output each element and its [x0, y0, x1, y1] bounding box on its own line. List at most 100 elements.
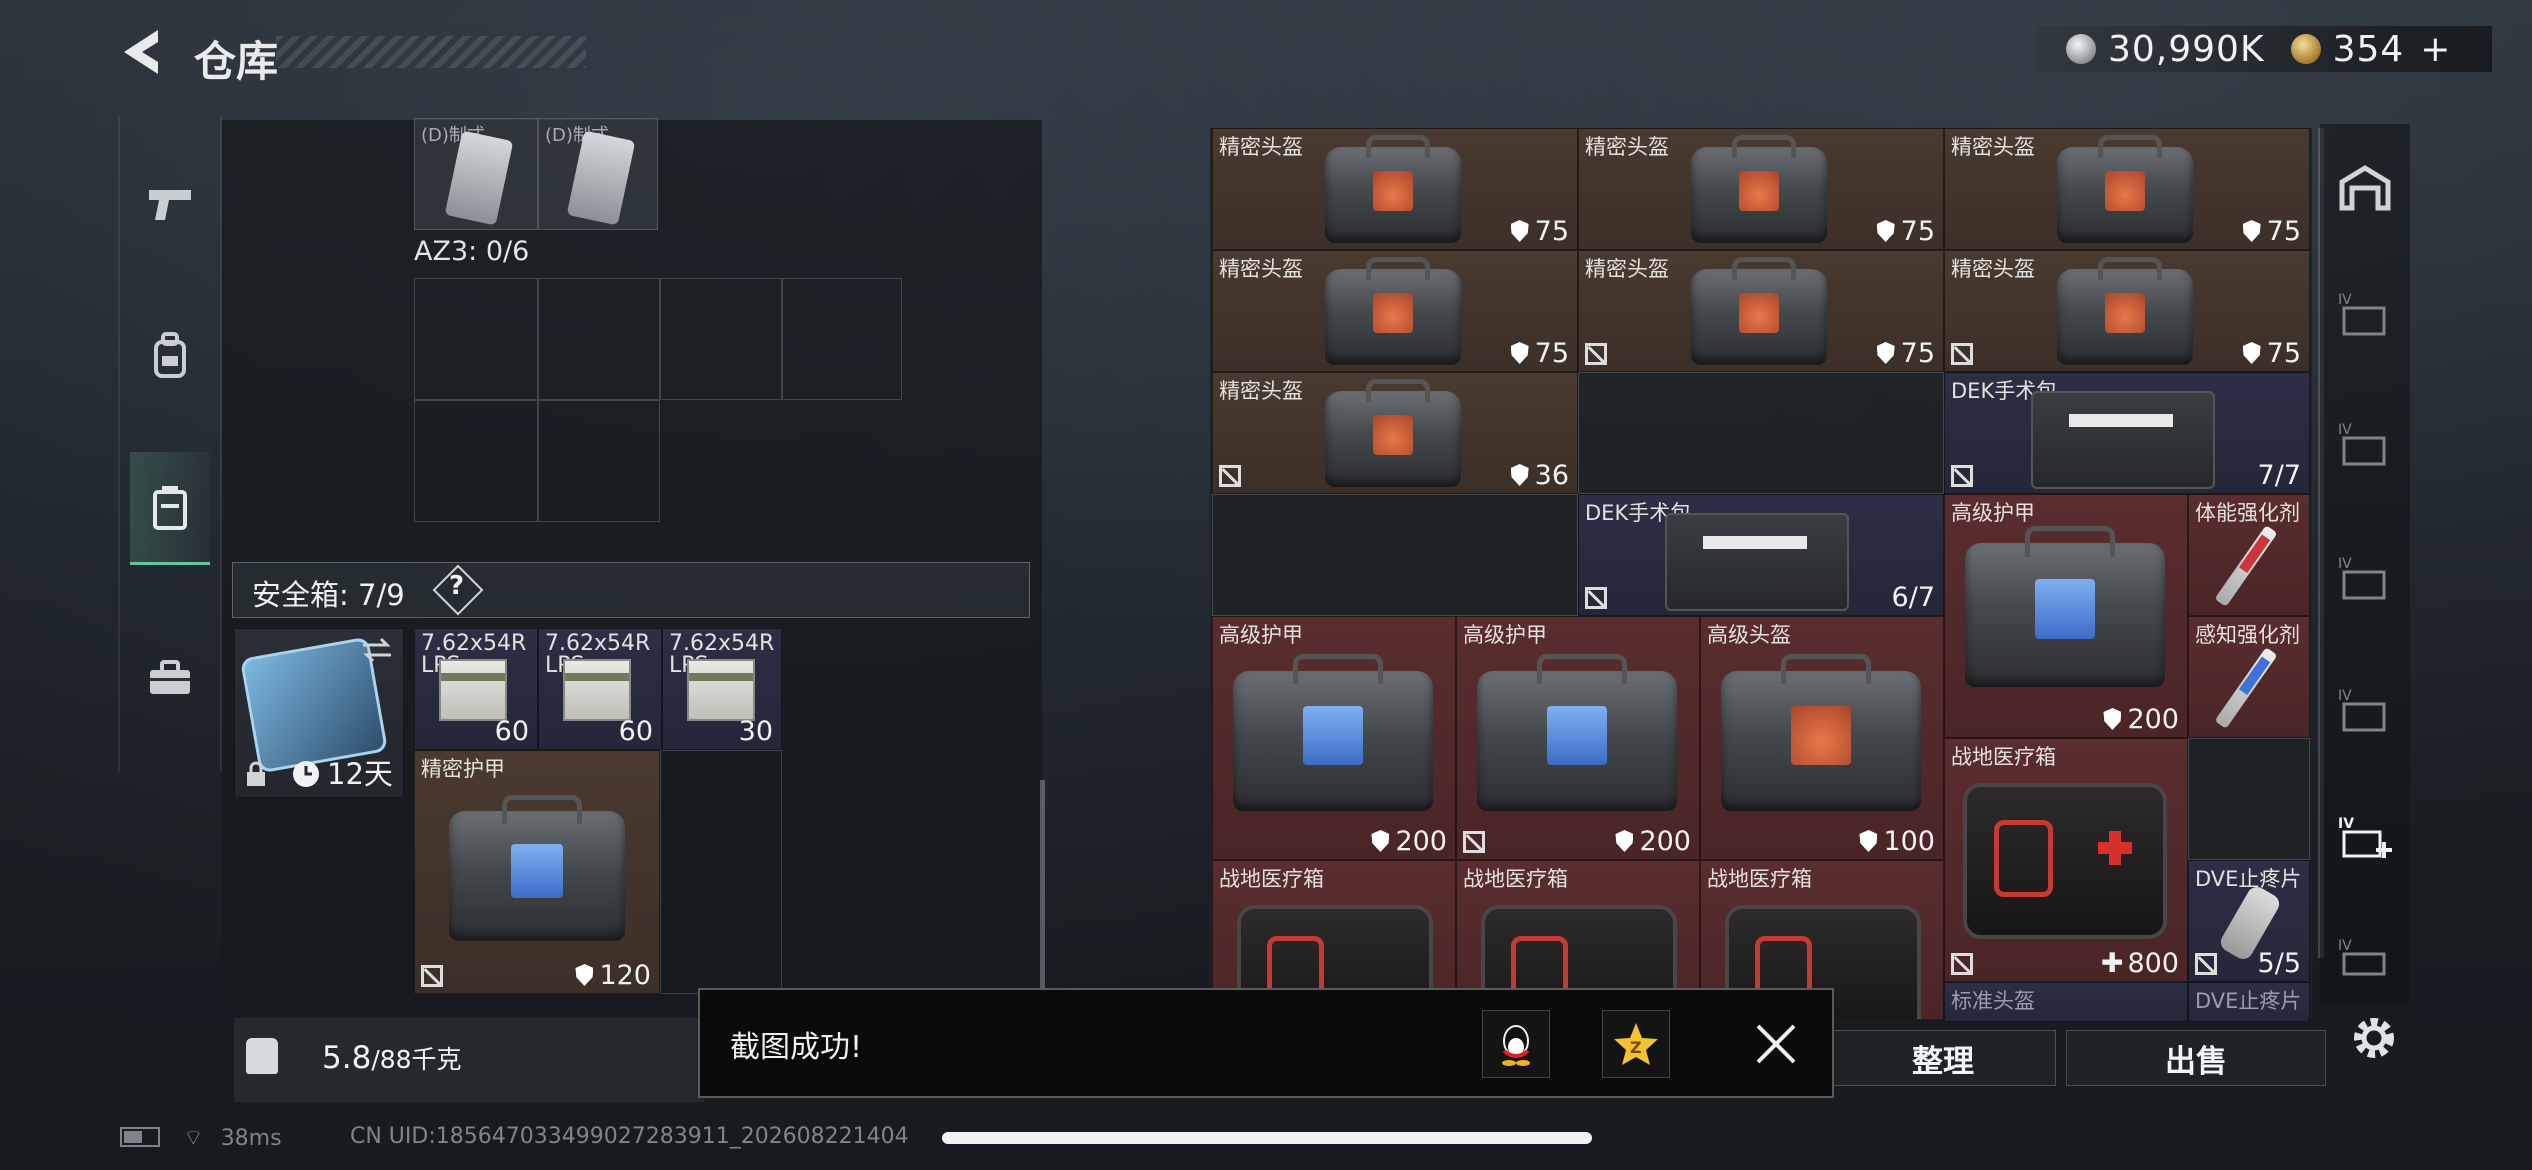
shield-icon — [1510, 342, 1529, 364]
shield-icon — [1510, 464, 1529, 486]
storage-item[interactable]: 高级护甲 200 — [1944, 494, 2188, 738]
item-name: 战地医疗箱 — [1219, 867, 1324, 891]
safe-case-item[interactable]: 12天 — [234, 628, 404, 798]
lock-icon — [247, 761, 265, 786]
nav-backpack[interactable] — [130, 316, 210, 396]
timer-text: 12天 — [327, 757, 393, 791]
tab-storage-iv-4[interactable]: IV — [2338, 686, 2392, 734]
no-insure-icon — [421, 965, 443, 987]
share-qq-button[interactable] — [1482, 1010, 1550, 1078]
item-name: 精密头盔 — [1951, 257, 2035, 281]
shield-icon — [2242, 220, 2261, 242]
ammo-item[interactable]: 7.62x54R LPS 60 — [414, 628, 538, 750]
storage-item[interactable]: 精密头盔 75 — [1944, 128, 2310, 250]
storage-item[interactable]: 精密头盔 75 — [1212, 250, 1578, 372]
item-durability: 120 — [599, 960, 651, 991]
ammo-item[interactable]: 7.62x54R LPS 30 — [662, 628, 782, 750]
storage-tabs: IV IV IV IV IV IV — [2320, 124, 2410, 1004]
storage-item[interactable]: DVE止疼片 5/5 — [2188, 860, 2310, 982]
page-title: 仓库 — [194, 37, 279, 86]
nav-storage[interactable] — [130, 452, 210, 565]
item-name: 战地医疗箱 — [1951, 745, 2056, 769]
svg-text:IV: IV — [2338, 556, 2352, 572]
empty-slot[interactable] — [538, 400, 660, 522]
back-button[interactable] — [118, 26, 166, 78]
storage-item[interactable]: 感知强化剂 — [2188, 616, 2310, 738]
pistol-icon — [149, 190, 191, 220]
storage-item[interactable]: 精密头盔 75 — [1944, 250, 2310, 372]
storage-item[interactable]: 精密头盔 36 — [1212, 372, 1578, 494]
storage-item[interactable]: 高级护甲 200 — [1212, 616, 1456, 860]
storage-item[interactable]: 精密头盔 75 — [1578, 250, 1944, 372]
settings-button[interactable] — [2346, 1010, 2402, 1066]
storage-item[interactable]: 标准头盔 — [1944, 982, 2188, 1022]
empty-slot[interactable] — [782, 278, 902, 400]
sell-button[interactable]: 出售 — [2066, 1030, 2326, 1086]
share-qzone-button[interactable]: Z — [1602, 1010, 1670, 1078]
no-insure-icon — [1951, 465, 1973, 487]
storage-item[interactable]: 体能强化剂 — [2188, 494, 2310, 616]
storage-item[interactable]: 战地医疗箱 ✚ 800 — [1944, 738, 2188, 982]
svg-text:IV: IV — [2338, 938, 2352, 954]
armor-vest-icon — [1965, 525, 2165, 687]
item-name: 精密护甲 — [421, 757, 505, 781]
item-durability: 75 — [1900, 338, 1935, 369]
item-durability: 36 — [1534, 460, 1569, 491]
close-icon — [1756, 1024, 1796, 1064]
empty-slot[interactable] — [414, 278, 538, 400]
item-name: 战地医疗箱 — [1463, 867, 1568, 891]
item-durability: 75 — [2266, 338, 2301, 369]
home-indicator[interactable] — [942, 1132, 1592, 1144]
tab-storage-iv-3[interactable]: IV — [2338, 554, 2392, 602]
folder-icon: IV — [2338, 422, 2386, 466]
close-toast-button[interactable] — [1754, 1022, 1798, 1066]
ammo-item[interactable]: 7.62x54R LPS 60 — [538, 628, 662, 750]
sort-button[interactable]: 整理 — [1830, 1030, 2056, 1086]
empty-slot[interactable] — [660, 278, 782, 400]
item-name: 精密头盔 — [1219, 379, 1303, 403]
storage-item[interactable]: DEK手术包 7/7 — [1944, 372, 2310, 494]
helmet-bag-icon — [1721, 654, 1921, 811]
add-gold-button[interactable]: + — [2420, 29, 2451, 70]
item-name: 标准头盔 — [1951, 989, 2035, 1013]
left-scrollbar[interactable] — [1040, 780, 1045, 990]
nav-toolbox[interactable] — [130, 638, 210, 718]
storage-item[interactable]: 高级护甲 200 — [1456, 616, 1700, 860]
ammo-box-icon — [563, 659, 631, 721]
item-name: 高级护甲 — [1463, 623, 1547, 647]
item-count: 7/7 — [2257, 460, 2301, 491]
no-insure-icon — [1463, 831, 1485, 853]
item-name: 精密头盔 — [1585, 135, 1669, 159]
shield-icon — [1615, 830, 1634, 852]
empty-slot[interactable] — [1212, 494, 1578, 616]
toast-message: 截图成功! — [730, 1030, 863, 1065]
storage-item[interactable]: DEK手术包 6/7 — [1578, 494, 1944, 616]
silver-coin-icon — [2066, 34, 2096, 64]
storage-item[interactable]: 高级头盔 100 — [1700, 616, 1944, 860]
nav-weapons[interactable] — [130, 164, 210, 244]
no-insure-icon — [2195, 953, 2217, 975]
empty-slot[interactable] — [1578, 372, 1944, 494]
inventory-slot[interactable]: (D)制式… — [538, 118, 658, 230]
storage-item[interactable]: 精密头盔 75 — [1212, 128, 1578, 250]
storage-item[interactable]: DVE止疼片 — [2188, 982, 2310, 1022]
inventory-slot[interactable]: (D)制式… — [414, 118, 538, 230]
empty-slot[interactable] — [660, 750, 782, 994]
tab-storage-iv-5[interactable]: IV — [2338, 936, 2392, 984]
empty-slot[interactable] — [538, 278, 660, 400]
helmet-bag-icon — [2057, 257, 2193, 365]
tab-storage-iv-1[interactable]: IV — [2338, 290, 2392, 338]
svg-text:IV: IV — [2338, 422, 2352, 438]
item-name: 体能强化剂 — [2195, 501, 2300, 525]
storage-item[interactable]: 精密头盔 75 — [1578, 128, 1944, 250]
tab-storage-main[interactable] — [2338, 164, 2392, 212]
tab-storage-iv-2[interactable]: IV — [2338, 420, 2392, 468]
empty-slot[interactable] — [414, 400, 538, 522]
empty-slot[interactable] — [2188, 738, 2310, 860]
item-durability: 75 — [1900, 216, 1935, 247]
armor-item[interactable]: 精密护甲 120 — [414, 750, 660, 994]
helmet-bag-icon — [2057, 135, 2193, 243]
tab-add-storage[interactable]: IV — [2338, 814, 2392, 862]
qq-penguin-icon — [1502, 1025, 1530, 1066]
gold-coin-icon — [2290, 34, 2321, 64]
